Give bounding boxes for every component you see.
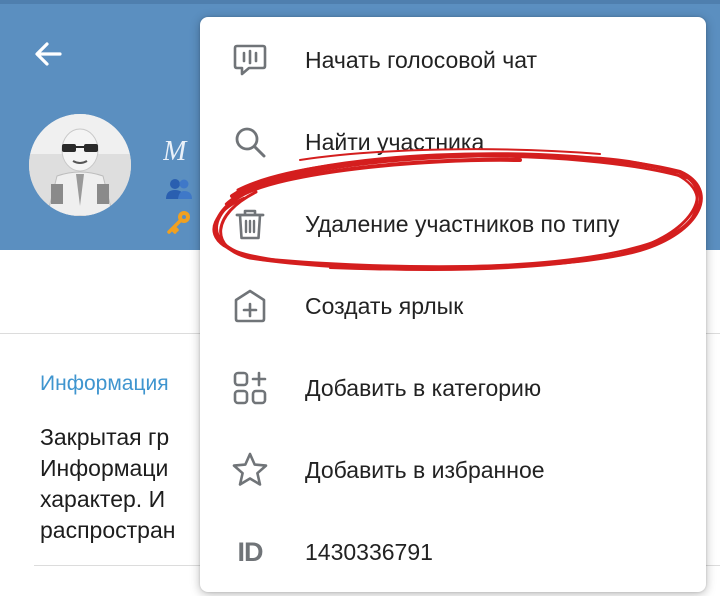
menu-item-find-member[interactable]: Найти участника xyxy=(200,101,706,183)
trash-icon xyxy=(230,204,270,244)
back-arrow-icon xyxy=(35,42,62,66)
menu-item-label: 1430336791 xyxy=(305,538,433,565)
menu-item-label: Создать ярлык xyxy=(305,292,464,319)
menu-item-label: Начать голосовой чат xyxy=(305,46,538,73)
add-shortcut-icon xyxy=(230,286,270,326)
menu-item-add-to-favorites[interactable]: Добавить в избранное xyxy=(200,429,706,511)
members-icon xyxy=(166,178,192,205)
info-section-label: Информация xyxy=(40,372,169,395)
menu-item-add-to-category[interactable]: Добавить в категорию xyxy=(200,347,706,429)
menu-item-label: Удаление участников по типу xyxy=(305,210,620,237)
id-icon: ID xyxy=(230,532,270,572)
star-icon xyxy=(230,450,270,490)
popup-menu: Начать голосовой чат Найти участника Уда… xyxy=(200,17,706,592)
group-avatar[interactable] xyxy=(29,114,131,216)
menu-item-remove-by-type[interactable]: Удаление участников по типу xyxy=(200,183,706,265)
group-title: М xyxy=(163,136,187,167)
menu-item-voice-chat[interactable]: Начать голосовой чат xyxy=(200,19,706,101)
menu-item-id[interactable]: ID 1430336791 xyxy=(200,511,706,593)
voice-chat-icon xyxy=(230,40,270,80)
key-icon xyxy=(166,210,192,239)
menu-item-label: Найти участника xyxy=(305,128,485,155)
back-button[interactable] xyxy=(28,34,68,74)
search-icon xyxy=(230,122,270,162)
menu-item-create-shortcut[interactable]: Создать ярлык xyxy=(200,265,706,347)
menu-item-label: Добавить в избранное xyxy=(305,456,545,483)
menu-item-label: Добавить в категорию xyxy=(305,374,542,401)
add-category-icon xyxy=(230,368,270,408)
id-icon-text: ID xyxy=(237,536,264,567)
